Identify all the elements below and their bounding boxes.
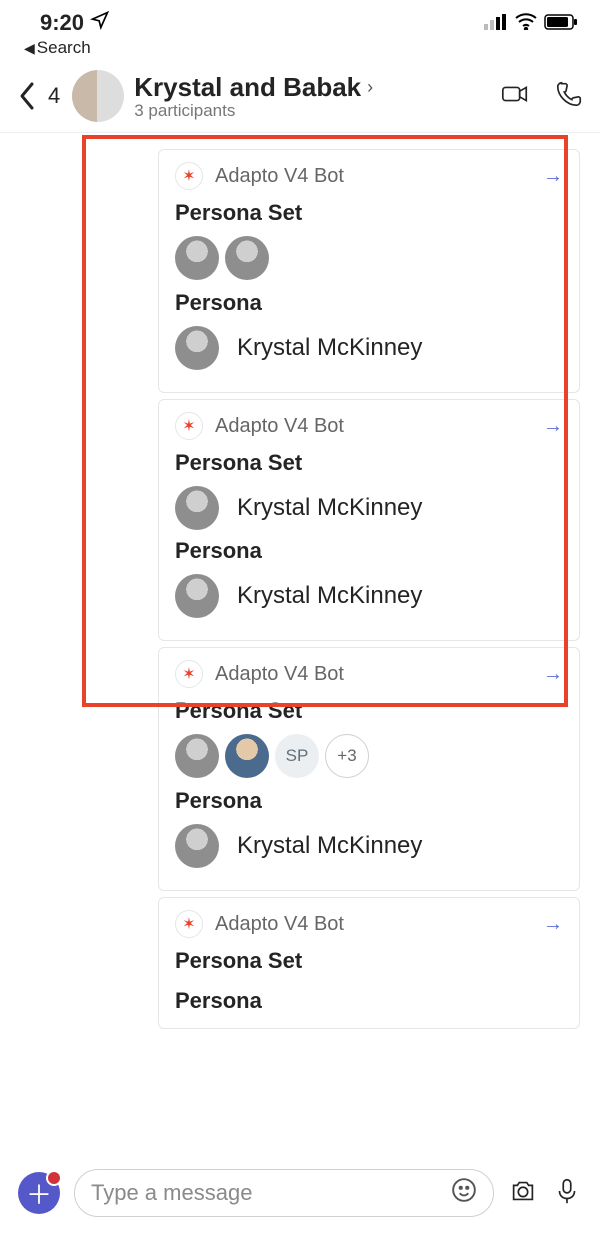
- avatar: [225, 236, 269, 280]
- card-open-arrow-icon[interactable]: →: [543, 913, 563, 936]
- avatar: [175, 236, 219, 280]
- bot-name: Adapto V4 Bot: [215, 913, 344, 936]
- card-open-arrow-icon[interactable]: →: [543, 165, 563, 188]
- back-button[interactable]: [14, 81, 38, 111]
- bot-name: Adapto V4 Bot: [215, 165, 344, 188]
- message-input[interactable]: Type a message: [74, 1169, 494, 1217]
- composer: ＋ Type a message: [0, 1154, 600, 1247]
- adaptive-card[interactable]: ✶ Adapto V4 Bot → Persona Set Krystal Mc…: [158, 399, 580, 641]
- bot-avatar-icon: ✶: [175, 412, 203, 440]
- persona-name: Krystal McKinney: [237, 832, 422, 860]
- bot-avatar-icon: ✶: [175, 660, 203, 688]
- battery-icon: [544, 10, 578, 36]
- persona-set-facepile: SP +3: [175, 734, 563, 778]
- avatar: [175, 486, 219, 530]
- adaptive-card[interactable]: ✶ Adapto V4 Bot → Persona Set Persona Kr…: [158, 149, 580, 393]
- avatar: [175, 734, 219, 778]
- section-label-persona-set: Persona Set: [175, 450, 563, 476]
- group-avatar[interactable]: [72, 70, 124, 122]
- card-open-arrow-icon[interactable]: →: [543, 415, 563, 438]
- persona-set-facepile: [175, 236, 563, 280]
- avatar-initials: SP: [275, 734, 319, 778]
- chat-subtitle: 3 participants: [134, 101, 486, 121]
- section-label-persona: Persona: [175, 788, 563, 814]
- video-call-button[interactable]: [500, 79, 530, 114]
- section-label-persona: Persona: [175, 538, 563, 564]
- section-label-persona-set: Persona Set: [175, 200, 563, 226]
- section-label-persona-set: Persona Set: [175, 948, 563, 974]
- chat-title-block[interactable]: Krystal and Babak › 3 participants: [134, 72, 486, 121]
- card-open-arrow-icon[interactable]: →: [543, 663, 563, 686]
- chat-title: Krystal and Babak: [134, 72, 361, 103]
- back-triangle-icon: ◀: [24, 40, 35, 57]
- camera-button[interactable]: [508, 1176, 538, 1211]
- avatar: [175, 326, 219, 370]
- bot-name: Adapto V4 Bot: [215, 663, 344, 686]
- location-arrow-icon: [90, 10, 110, 36]
- messages-area[interactable]: ✶ Adapto V4 Bot → Persona Set Persona Kr…: [0, 133, 600, 1154]
- bot-avatar-icon: ✶: [175, 910, 203, 938]
- chat-header: 4 Krystal and Babak › 3 participants: [0, 64, 600, 133]
- bot-name: Adapto V4 Bot: [215, 415, 344, 438]
- avatar-overflow[interactable]: +3: [325, 734, 369, 778]
- persona-set-name: Krystal McKinney: [237, 494, 422, 522]
- cellular-icon: [484, 10, 508, 36]
- add-button[interactable]: ＋: [18, 1172, 60, 1214]
- section-label-persona: Persona: [175, 988, 563, 1014]
- message-input-placeholder: Type a message: [91, 1180, 252, 1206]
- back-search-label: Search: [37, 38, 91, 58]
- persona-name: Krystal McKinney: [237, 582, 422, 610]
- audio-call-button[interactable]: [554, 79, 584, 114]
- persona-name: Krystal McKinney: [237, 334, 422, 362]
- wifi-icon: [514, 10, 538, 36]
- emoji-icon[interactable]: [451, 1177, 477, 1209]
- back-to-search[interactable]: ◀ Search: [0, 38, 600, 64]
- chevron-right-icon: ›: [367, 77, 373, 98]
- status-time: 9:20: [40, 10, 84, 36]
- section-label-persona: Persona: [175, 290, 563, 316]
- adaptive-card[interactable]: ✶ Adapto V4 Bot → Persona Set SP +3 Pers…: [158, 647, 580, 891]
- avatar: [175, 574, 219, 618]
- mic-button[interactable]: [552, 1176, 582, 1211]
- unread-count: 4: [48, 83, 62, 109]
- avatar: [175, 824, 219, 868]
- avatar: [225, 734, 269, 778]
- section-label-persona-set: Persona Set: [175, 698, 563, 724]
- adaptive-card[interactable]: ✶ Adapto V4 Bot → Persona Set Persona: [158, 897, 580, 1029]
- status-bar: 9:20: [0, 0, 600, 38]
- bot-avatar-icon: ✶: [175, 162, 203, 190]
